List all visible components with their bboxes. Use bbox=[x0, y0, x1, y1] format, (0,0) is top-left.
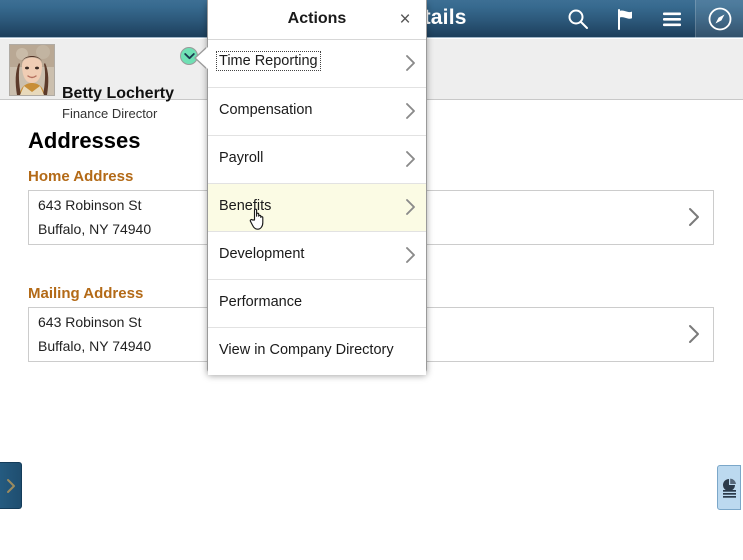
employee-name: Betty Locherty bbox=[62, 85, 175, 102]
address-line-2: Buffalo, NY 74940 bbox=[38, 221, 152, 237]
menu-item-development[interactable]: Development bbox=[208, 232, 426, 280]
page-title: Addresses bbox=[28, 128, 141, 153]
menu-item-payroll[interactable]: Payroll bbox=[208, 136, 426, 184]
menu-item-label: Development bbox=[219, 246, 305, 262]
menu-item-label: Time Reporting bbox=[216, 51, 321, 71]
header-icon-group bbox=[554, 0, 743, 38]
menu-item-view-in-company-directory[interactable]: View in Company Directory bbox=[208, 328, 426, 375]
menu-item-performance[interactable]: Performance bbox=[208, 280, 426, 328]
chevron-right-icon bbox=[405, 246, 416, 269]
employee-job-title: Finance Director bbox=[62, 106, 158, 121]
chevron-right-icon bbox=[688, 207, 700, 232]
popup-pointer-caret bbox=[196, 47, 208, 69]
actions-popup: Actions × Time Reporting Compensation Payr… bbox=[196, 0, 427, 375]
address-line-1: 643 Robinson St bbox=[38, 314, 142, 330]
pie-chart-report-icon bbox=[722, 478, 736, 498]
flag-icon[interactable] bbox=[601, 0, 648, 38]
menu-item-label: Performance bbox=[219, 294, 303, 310]
chevron-right-icon bbox=[6, 478, 15, 493]
chevron-right-icon bbox=[405, 198, 416, 221]
expand-left-panel-tab[interactable] bbox=[0, 462, 22, 509]
chevron-right-icon bbox=[405, 102, 416, 125]
close-icon[interactable]: × bbox=[394, 8, 416, 30]
menu-item-label: Payroll bbox=[219, 150, 264, 166]
chevron-right-icon bbox=[405, 54, 416, 77]
avatar bbox=[9, 44, 55, 96]
chevron-right-icon bbox=[405, 150, 416, 173]
popup-header: Actions × bbox=[208, 0, 426, 40]
menu-item-compensation[interactable]: Compensation bbox=[208, 88, 426, 136]
navbar-compass-icon[interactable] bbox=[695, 0, 743, 38]
address-line-2: Buffalo, NY 74940 bbox=[38, 338, 152, 354]
menu-item-label: Compensation bbox=[219, 102, 313, 118]
actions-menu-list: Time Reporting Compensation Payroll Benefit… bbox=[208, 40, 426, 375]
menu-item-benefits[interactable]: Benefits bbox=[208, 184, 426, 232]
menu-item-label: Benefits bbox=[219, 198, 272, 214]
menu-item-time-reporting[interactable]: Time Reporting bbox=[208, 40, 426, 88]
hamburger-menu-icon[interactable] bbox=[648, 0, 695, 38]
menu-item-label: View in Company Directory bbox=[219, 342, 394, 358]
mailing-address-label: Mailing Address bbox=[28, 285, 144, 302]
search-icon[interactable] bbox=[554, 0, 601, 38]
chevron-right-icon bbox=[688, 324, 700, 349]
reports-panel-tab[interactable] bbox=[717, 465, 741, 510]
home-address-label: Home Address bbox=[28, 168, 134, 185]
address-line-1: 643 Robinson St bbox=[38, 197, 142, 213]
